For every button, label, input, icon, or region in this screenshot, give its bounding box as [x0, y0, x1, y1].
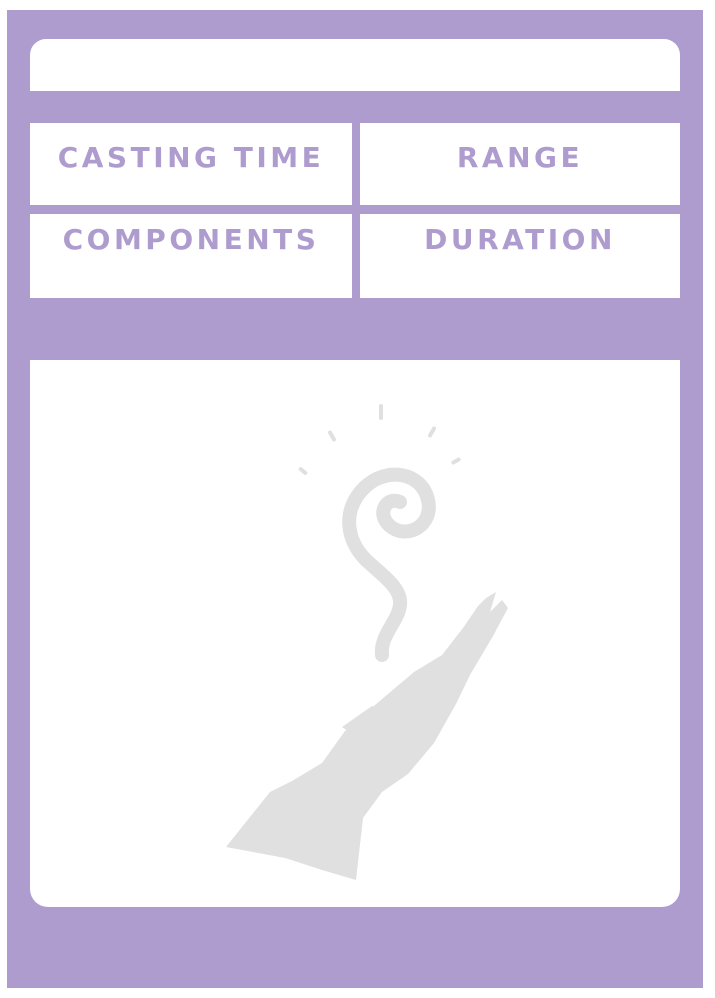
components-label: COMPONENTS — [62, 223, 320, 256]
range-label: RANGE — [456, 141, 584, 174]
casting-hand-icon — [226, 404, 508, 880]
spell-name-box — [30, 39, 680, 91]
components-cell: COMPONENTS — [30, 214, 352, 298]
casting-time-label: CASTING TIME — [57, 141, 325, 174]
range-cell: RANGE — [360, 123, 680, 205]
spell-card: CASTING TIME RANGE COMPONENTS DURATION — [7, 10, 703, 988]
description-box — [30, 360, 680, 907]
duration-cell: DURATION — [360, 214, 680, 298]
duration-label: DURATION — [424, 223, 616, 256]
casting-time-cell: CASTING TIME — [30, 123, 352, 205]
